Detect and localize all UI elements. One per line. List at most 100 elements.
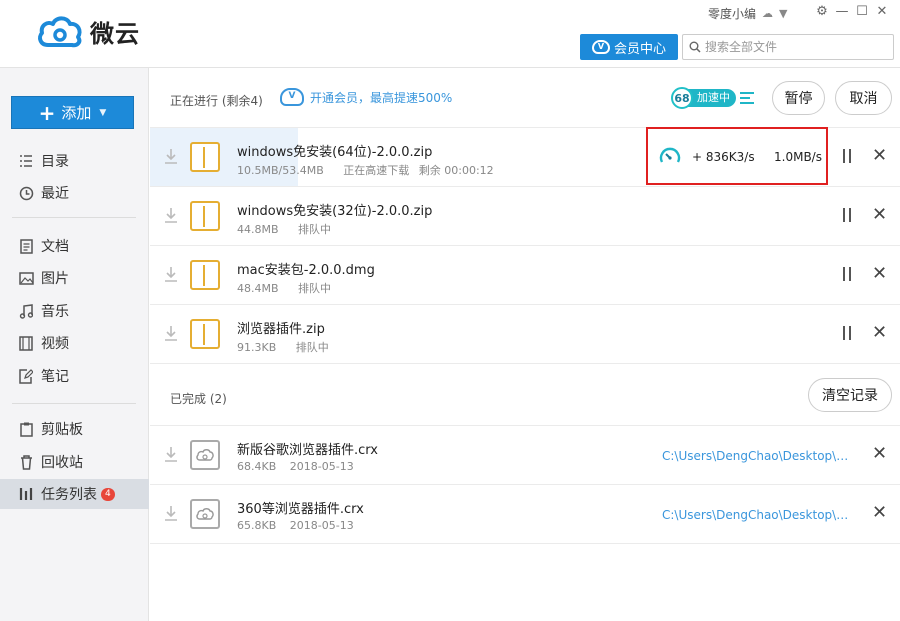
close-icon[interactable]: ✕ [872, 444, 887, 464]
file-name: 新版谷歌浏览器插件.crx [237, 443, 378, 458]
music-icon [18, 303, 34, 319]
file-size: 68.4KB [237, 460, 277, 473]
file-meta: 48.4MB 排队中 [237, 280, 347, 296]
file-name: 浏览器插件.zip [237, 322, 325, 337]
user-name[interactable]: 零度小编 [708, 5, 756, 22]
sidebar-item-notes[interactable]: 笔记 [0, 361, 149, 391]
plus-icon: + [38, 100, 56, 125]
file-size: 48.4MB [237, 282, 279, 295]
cancel-all-button[interactable]: 取消 [835, 81, 892, 115]
video-icon [18, 335, 34, 351]
in-progress-title: 正在进行 (剩余4) [170, 94, 263, 108]
file-size: 10.5MB/53.4MB [237, 164, 324, 177]
zip-file-icon [190, 142, 220, 172]
sidebar-item-directory[interactable]: 目录 [0, 146, 149, 176]
vip-cloud-icon: V [280, 88, 304, 106]
vip-center-label: 会员中心 [613, 41, 666, 57]
sidebar-item-label: 视频 [41, 336, 69, 352]
vip-center-button[interactable]: V 会员中心 [580, 34, 678, 60]
zip-file-icon [190, 260, 220, 290]
sidebar-item-recycle-bin[interactable]: 回收站 [0, 447, 149, 477]
task-row[interactable]: windows免安装(32位)-2.0.0.zip 44.8MB 排队中 ✕ [150, 187, 900, 246]
note-icon [18, 368, 34, 384]
maximize-icon[interactable]: ☐ [852, 4, 872, 19]
sidebar-item-label: 图片 [41, 271, 69, 287]
pause-icon[interactable] [840, 267, 854, 283]
task-row[interactable]: 浏览器插件.zip 91.3KB 排队中 ✕ [150, 305, 900, 364]
speed-highlight-box: + 836K3/s 1.0MB/s [646, 127, 828, 185]
close-icon[interactable]: ✕ [872, 205, 887, 225]
sidebar-item-music[interactable]: 音乐 [0, 296, 149, 326]
file-meta: 91.3KB 排队中 [237, 339, 345, 355]
task-count-badge: 4 [101, 487, 115, 501]
file-meta: 68.4KB 2018-05-13 [237, 460, 370, 473]
cloud-logo-icon [38, 15, 82, 47]
file-path-link[interactable]: C:\Users\DengChao\Desktop\高速... [662, 447, 854, 464]
pause-icon[interactable] [840, 149, 854, 165]
trash-icon [18, 454, 34, 470]
sidebar-item-images[interactable]: 图片 [0, 263, 149, 293]
generic-file-icon [190, 440, 220, 470]
download-speed: 1.0MB/s [774, 150, 822, 164]
vip-promo-text[interactable]: 开通会员，最高提速500% [310, 89, 452, 106]
sidebar-item-label: 任务列表 [41, 487, 97, 503]
file-size: 91.3KB [237, 341, 277, 354]
accelerator-indicator[interactable]: 68 加速中 [671, 87, 754, 109]
sidebar-item-label: 回收站 [41, 455, 83, 471]
clear-records-label: 清空记录 [822, 388, 878, 404]
close-icon[interactable]: ✕ [872, 264, 887, 284]
add-button[interactable]: + 添加 ▼ [11, 96, 134, 129]
file-name: mac安装包-2.0.0.dmg [237, 263, 375, 278]
sidebar-item-label: 文档 [41, 239, 69, 255]
close-icon[interactable]: ✕ [872, 323, 887, 343]
sidebar-item-label: 音乐 [41, 304, 69, 320]
search-box[interactable] [682, 34, 894, 60]
app-logo: 微云 [36, 14, 140, 49]
download-icon [165, 149, 177, 164]
app-name: 微云 [90, 20, 140, 48]
zip-file-icon [190, 319, 220, 349]
vip-icon: V [591, 40, 610, 54]
title-bar: 微云 零度小编 ☁ ▼ ⚙ — ☐ ✕ V 会员中心 [0, 0, 900, 68]
chevron-down-icon[interactable]: ▼ [99, 108, 106, 118]
speedometer-icon [659, 147, 681, 163]
sidebar-item-recent[interactable]: 最近 [0, 178, 149, 208]
file-path-link[interactable]: C:\Users\DengChao\Desktop\高速... [662, 506, 854, 523]
completed-title: 已完成 (2) [170, 392, 227, 406]
completed-row[interactable]: 360等浏览器插件.crx 65.8KB 2018-05-13 C:\Users… [150, 485, 900, 544]
pause-icon[interactable] [840, 326, 854, 342]
download-icon [165, 208, 177, 223]
task-list-icon [18, 486, 34, 502]
sidebar-divider [12, 217, 136, 218]
minimize-icon[interactable]: — [832, 4, 852, 19]
file-size: 65.8KB [237, 519, 277, 532]
clear-records-button[interactable]: 清空记录 [808, 378, 892, 412]
zip-file-icon [190, 201, 220, 231]
sidebar-item-task-list[interactable]: 任务列表 4 [0, 479, 149, 509]
pause-icon[interactable] [840, 208, 854, 224]
sidebar-item-label: 笔记 [41, 369, 69, 385]
cloud-status-icon: ☁ [762, 7, 774, 20]
sidebar: + 添加 ▼ 目录 最近 文档 图片 音乐 视频 笔记 剪贴板 回收站 任务列表… [0, 68, 149, 621]
sidebar-item-documents[interactable]: 文档 [0, 231, 149, 261]
window-controls: ⚙ — ☐ ✕ [812, 4, 892, 19]
pause-all-button[interactable]: 暂停 [772, 81, 825, 115]
close-icon[interactable]: ✕ [872, 146, 887, 166]
file-meta: 65.8KB 2018-05-13 [237, 519, 370, 532]
close-window-icon[interactable]: ✕ [872, 4, 892, 19]
sidebar-item-videos[interactable]: 视频 [0, 328, 149, 358]
file-date: 2018-05-13 [289, 460, 354, 473]
user-menu[interactable]: 零度小编 ☁ ▼ [708, 5, 787, 22]
completed-row[interactable]: 新版谷歌浏览器插件.crx 68.4KB 2018-05-13 C:\Users… [150, 426, 900, 485]
chevron-down-icon[interactable]: ▼ [779, 7, 787, 20]
task-status: 排队中 [298, 282, 332, 295]
generic-file-icon [190, 499, 220, 529]
task-row[interactable]: mac安装包-2.0.0.dmg 48.4MB 排队中 ✕ [150, 246, 900, 305]
vip-promo-link[interactable]: V 开通会员，最高提速500% [280, 88, 452, 106]
file-meta: 44.8MB 排队中 [237, 221, 347, 237]
pause-all-label: 暂停 [784, 91, 813, 107]
close-icon[interactable]: ✕ [872, 503, 887, 523]
sidebar-item-clipboard[interactable]: 剪贴板 [0, 414, 149, 444]
search-input[interactable] [705, 40, 885, 54]
settings-icon[interactable]: ⚙ [812, 4, 832, 19]
